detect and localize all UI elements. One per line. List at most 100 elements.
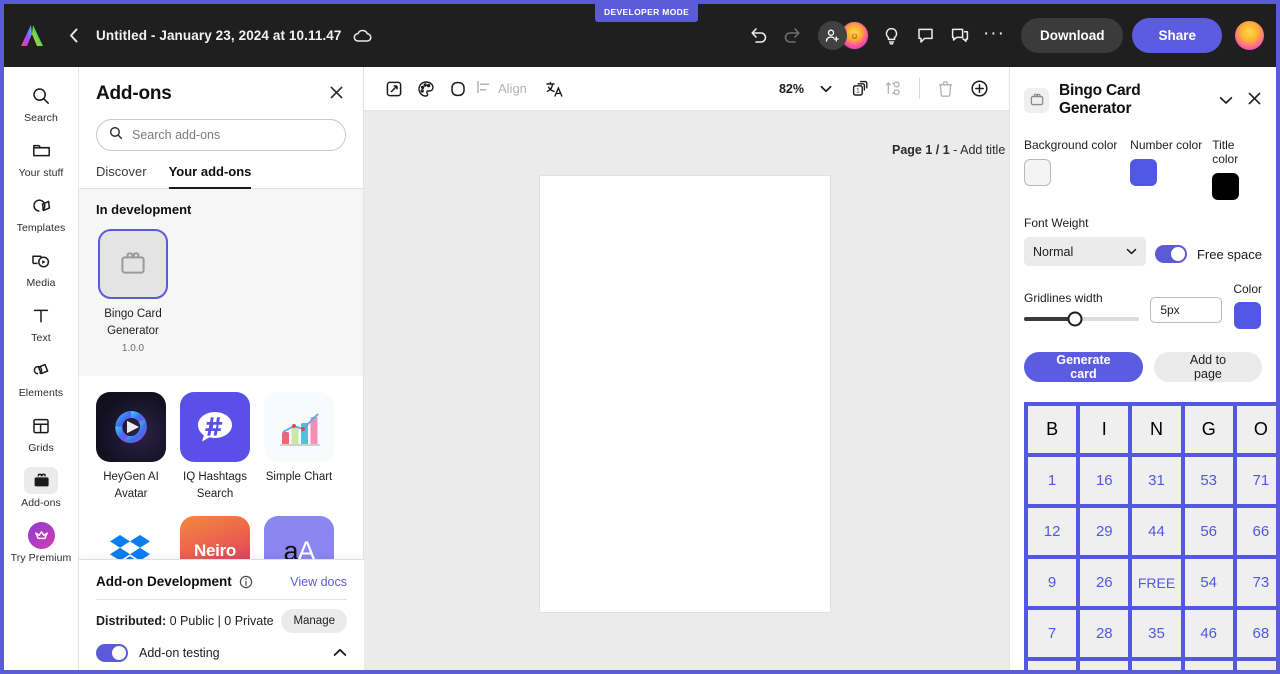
gridlines-width-value: 5px [1160, 303, 1180, 317]
shuffle-icon[interactable] [878, 73, 910, 105]
invite-user-icon[interactable] [817, 21, 847, 50]
document-title[interactable]: Untitled - January 23, 2024 at 10.11.47 [96, 28, 342, 43]
sidebar-item-text[interactable]: Text [7, 295, 75, 350]
palette-icon[interactable] [410, 73, 442, 105]
drawer-title: Add-on Development [96, 574, 232, 589]
chevron-down-icon[interactable] [1219, 96, 1233, 105]
bingo-card-preview[interactable]: B I N G O 1 16 31 53 71 12 29 44 56 66 9 26 FREE 54 73 7 28 35… [1024, 402, 1276, 670]
free-space-toggle[interactable] [1154, 245, 1187, 263]
comment-icon[interactable] [909, 19, 943, 53]
align-control[interactable]: Align [476, 80, 527, 97]
chevron-up-icon[interactable] [333, 644, 347, 662]
bingo-number-cell: 26 [1080, 559, 1129, 606]
gridlines-color-control: Color [1233, 282, 1262, 329]
templates-icon [24, 192, 58, 219]
bingo-number-cell: 28 [1080, 610, 1129, 657]
search-input[interactable] [132, 128, 333, 142]
gridlines-width-input[interactable]: 5px [1150, 297, 1223, 323]
collaborators[interactable]: ☺ [817, 21, 869, 50]
ideas-lightbulb-icon[interactable] [875, 19, 909, 53]
add-page-icon[interactable] [963, 73, 995, 105]
share-button[interactable]: Share [1132, 18, 1222, 53]
sidebar-item-try-premium[interactable]: Try Premium [7, 515, 75, 570]
info-icon[interactable] [239, 575, 253, 589]
addon-card-simple-chart[interactable]: Simple Chart [264, 391, 334, 504]
tab-your-addons[interactable]: Your add-ons [168, 164, 252, 189]
addon-icon [1024, 87, 1049, 113]
profile-avatar[interactable] [1235, 21, 1264, 50]
redo-icon[interactable] [776, 19, 810, 53]
align-icon [476, 80, 492, 97]
background-color-control: Background color [1024, 138, 1130, 200]
title-color-swatch[interactable] [1212, 173, 1240, 200]
bingo-number-cell: 25 [1080, 661, 1129, 670]
sidebar-item-search[interactable]: Search [7, 75, 75, 130]
in-development-heading: In development [96, 202, 192, 217]
back-button[interactable] [60, 23, 86, 49]
add-to-page-button[interactable]: Add to page [1153, 352, 1262, 382]
font-weight-control: Font Weight Normal [1024, 216, 1146, 266]
download-button[interactable]: Download [1020, 18, 1124, 53]
number-color-label: Number color [1130, 138, 1203, 152]
bingo-number-cell: 29 [1080, 508, 1129, 555]
search-addons-field[interactable] [96, 119, 346, 151]
free-space-control: Free space [1154, 245, 1262, 266]
manage-button[interactable]: Manage [281, 609, 347, 633]
translate-icon[interactable] [539, 73, 571, 105]
addon-placeholder-icon [98, 229, 168, 299]
background-color-swatch[interactable] [1024, 159, 1051, 186]
chevron-down-icon[interactable] [810, 73, 842, 105]
view-docs-link[interactable]: View docs [290, 575, 347, 589]
developer-mode-badge: DEVELOPER MODE [595, 4, 699, 22]
gridlines-width-slider[interactable] [1024, 311, 1140, 327]
top-bar-left: Untitled - January 23, 2024 at 10.11.47 [4, 23, 372, 49]
bingo-number-cell: 4 [1028, 661, 1077, 670]
sidebar-item-add-ons[interactable]: Add-ons [7, 460, 75, 515]
generate-card-button[interactable]: Generate card [1024, 352, 1143, 382]
align-label: Align [498, 81, 527, 96]
distributed-row: Distributed: 0 Public | 0 Private Manage [96, 609, 347, 633]
zoom-level[interactable]: 82% [779, 82, 804, 96]
addon-name: HeyGen AI Avatar [103, 470, 159, 500]
bingo-number-cell: 54 [1184, 559, 1233, 606]
addon-card-iq-hashtags[interactable]: IQ Hashtags Search [180, 391, 250, 504]
bingo-header-cell: I [1080, 406, 1129, 453]
close-icon[interactable] [327, 83, 346, 105]
font-weight-value: Normal [1033, 244, 1074, 259]
page-title-label[interactable]: Page 1 / 1 - Add title [892, 143, 1005, 157]
page-canvas[interactable] [540, 176, 830, 612]
more-options-icon[interactable]: ··· [977, 19, 1011, 53]
free-space-label: Free space [1196, 246, 1262, 262]
gridlines-color-swatch[interactable] [1234, 302, 1262, 329]
bingo-number-cell: 16 [1080, 457, 1129, 504]
addon-card-heygen[interactable]: HeyGen AI Avatar [96, 391, 166, 504]
addon-panel-header: Bingo Card Generator [1024, 67, 1262, 138]
sidebar-item-templates[interactable]: Templates [7, 185, 75, 240]
cloud-sync-icon [353, 29, 372, 43]
sidebar-item-your-stuff[interactable]: Your stuff [7, 130, 75, 185]
tab-discover[interactable]: Discover [96, 164, 147, 189]
number-color-swatch[interactable] [1130, 159, 1158, 186]
sidebar-label: Elements [18, 387, 64, 399]
sidebar-item-grids[interactable]: Grids [7, 405, 75, 460]
in-development-card[interactable]: Bingo Card Generator 1.0.0 [96, 229, 170, 354]
font-weight-select[interactable]: Normal [1024, 237, 1146, 266]
close-icon[interactable] [1243, 91, 1262, 109]
chat-bubbles-icon[interactable] [943, 19, 977, 53]
divider [96, 599, 347, 600]
delete-icon[interactable] [929, 73, 961, 105]
adobe-express-logo-icon[interactable] [18, 23, 46, 49]
addon-testing-row: Add-on testing [96, 644, 347, 662]
undo-icon[interactable] [742, 19, 776, 53]
resize-icon[interactable] [378, 73, 410, 105]
grids-icon [24, 412, 58, 439]
slider-knob[interactable] [1067, 311, 1083, 327]
duplicate-page-icon[interactable]: 1 [844, 73, 876, 105]
folder-icon [24, 137, 58, 164]
bingo-header-cell: G [1184, 406, 1233, 453]
bingo-number-cell: 7 [1028, 610, 1077, 657]
sidebar-item-media[interactable]: Media [7, 240, 75, 295]
shape-icon[interactable] [442, 73, 474, 105]
sidebar-item-elements[interactable]: Elements [7, 350, 75, 405]
addon-testing-toggle[interactable] [96, 644, 128, 662]
